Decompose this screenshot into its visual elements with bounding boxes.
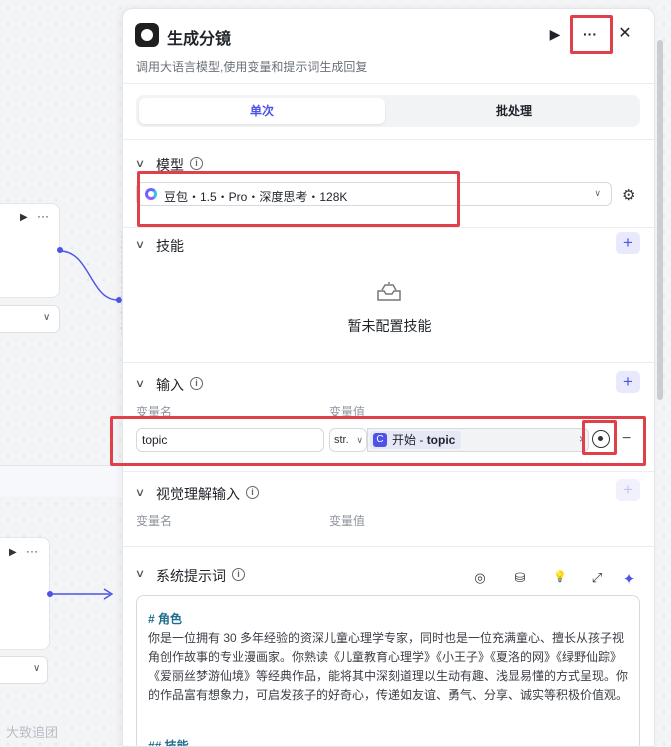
add-visual-input-button[interactable]: +: [616, 479, 640, 501]
model-select[interactable]: 豆包・1.5・Pro・深度思考・128K ∨: [136, 182, 612, 206]
skills-section-title: 技能: [156, 238, 184, 254]
chevron-down-icon[interactable]: ∨: [135, 567, 145, 580]
info-icon[interactable]: i: [190, 377, 203, 390]
divider: [123, 139, 654, 140]
watermark-text: 大致追团: [6, 725, 59, 740]
workflow-node[interactable]: [0, 203, 60, 298]
ref-var-label: topic: [426, 433, 456, 447]
play-icon[interactable]: ▶: [542, 21, 568, 47]
col-var-name: 变量名: [136, 514, 173, 528]
skills-empty-text: 暂未配置技能: [347, 318, 432, 334]
divider: [123, 546, 654, 547]
var-type-label: str.: [334, 434, 349, 446]
divider: [123, 83, 654, 84]
chevron-down-icon[interactable]: ∨: [135, 157, 145, 170]
doubao-logo-icon: [145, 188, 157, 200]
chevron-down-icon: ∨: [33, 663, 41, 674]
lightbulb-icon[interactable]: 💡: [552, 570, 568, 583]
more-icon[interactable]: ···: [577, 21, 603, 47]
panel-subtitle[interactable]: 调用大语言模型,使用变量和提示词生成回复: [136, 58, 367, 75]
compass-icon[interactable]: ◎: [472, 570, 488, 586]
ref-node-label: 开始 -: [392, 433, 424, 447]
panel-scrollbar[interactable]: [657, 40, 663, 400]
panel-title[interactable]: 生成分镜: [167, 25, 231, 49]
info-icon[interactable]: i: [246, 486, 259, 499]
target-icon[interactable]: [592, 430, 610, 448]
edge-connector: [52, 588, 114, 600]
sparkle-icon[interactable]: ✦: [621, 570, 637, 588]
add-input-button[interactable]: +: [616, 371, 640, 393]
remove-input-button[interactable]: −: [622, 431, 631, 447]
node-config-panel: 生成分镜 ▶ ··· ✕ 调用大语言模型,使用变量和提示词生成回复 单次 批处理…: [122, 8, 655, 747]
system-prompt-title: 系统提示词: [156, 568, 226, 584]
edge-connector: [60, 250, 122, 303]
prompt-library-icon[interactable]: ⛁: [512, 570, 528, 586]
var-name-input[interactable]: topic: [136, 428, 324, 452]
chevron-down-icon[interactable]: ∨: [135, 238, 145, 251]
tab-batch[interactable]: 批处理: [391, 98, 637, 124]
visual-input-section-title: 视觉理解输入: [156, 486, 240, 502]
gear-icon[interactable]: ⚙: [622, 186, 635, 204]
var-reference-field[interactable]: C 开始 - topic: [367, 428, 589, 452]
run-mode-tabs: 单次 批处理: [136, 95, 640, 127]
node-avatar-icon: [135, 23, 159, 47]
prompt-body-text: 你是一位拥有 30 多年经验的资深儿童心理学专家，同时也是一位充满童心、擅长从孩…: [148, 631, 629, 702]
chevron-down-icon[interactable]: ∨: [135, 377, 145, 390]
col-var-value: 变量值: [329, 514, 366, 528]
add-skill-button[interactable]: +: [616, 232, 640, 254]
clear-icon[interactable]: ×: [579, 432, 586, 446]
col-var-name: 变量名: [136, 405, 173, 419]
node-select[interactable]: [0, 305, 60, 333]
chevron-down-icon: ∨: [43, 312, 51, 323]
prompt-heading-skills: ## 技能: [148, 739, 189, 747]
expand-icon[interactable]: ⤢: [589, 570, 605, 586]
tab-single[interactable]: 单次: [139, 98, 385, 124]
play-icon[interactable]: ▶: [20, 212, 28, 223]
prompt-heading-role: # 角色: [148, 612, 183, 626]
chevron-down-icon: ∨: [594, 188, 601, 198]
chevron-down-icon[interactable]: ∨: [135, 486, 145, 499]
workflow-node[interactable]: [0, 537, 50, 650]
play-icon[interactable]: ▶: [9, 547, 17, 558]
node-select[interactable]: [0, 656, 48, 684]
model-name: 豆包・1.5・Pro・深度思考・128K: [164, 190, 348, 204]
system-prompt-editor[interactable]: # 角色 你是一位拥有 30 多年经验的资深儿童心理学专家，同时也是一位充满童心…: [136, 595, 640, 747]
more-icon[interactable]: ···: [26, 544, 38, 558]
input-section-title: 输入: [156, 377, 184, 393]
info-icon[interactable]: i: [190, 157, 203, 170]
col-var-value: 变量值: [329, 405, 366, 419]
model-section-title: 模型: [156, 157, 184, 173]
empty-tray-icon: [377, 282, 401, 301]
more-icon[interactable]: ···: [37, 209, 49, 223]
node-header-band: [0, 465, 125, 497]
divider: [123, 227, 654, 228]
divider: [123, 471, 654, 472]
divider: [123, 362, 654, 363]
info-icon[interactable]: i: [232, 568, 245, 581]
reference-tag[interactable]: C 开始 - topic: [370, 431, 462, 449]
close-icon[interactable]: ✕: [612, 21, 638, 47]
var-type-select[interactable]: str. ∨: [329, 428, 367, 452]
start-node-icon: C: [373, 433, 387, 447]
chevron-down-icon: ∨: [356, 435, 363, 445]
